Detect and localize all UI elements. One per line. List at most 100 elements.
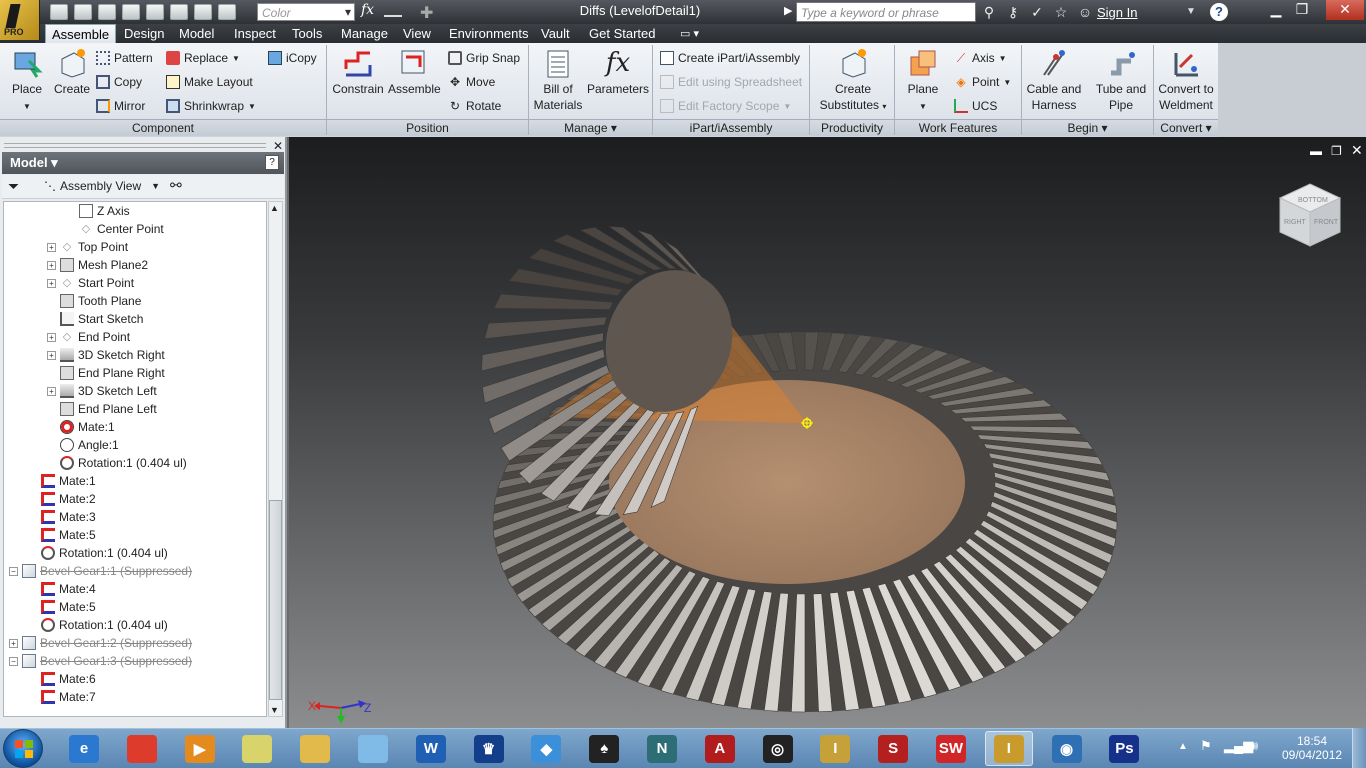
tree-node[interactable]: Mate:4: [28, 580, 96, 598]
tree-node[interactable]: +3D Sketch Right: [47, 346, 165, 364]
assembly-view-dropdown[interactable]: ⋱ Assembly View ▼: [44, 179, 160, 193]
panel-display-icon[interactable]: ▭ ▾: [680, 27, 699, 40]
convert-to-weldment-button[interactable]: Convert to Weldment: [1155, 47, 1217, 113]
edit-using-spreadsheet-button[interactable]: Edit using Spreadsheet: [660, 72, 802, 92]
tree-node[interactable]: +3D Sketch Left: [47, 382, 157, 400]
tree-node[interactable]: − Bevel Gear1:3 (Suppressed): [9, 652, 192, 670]
tree-node[interactable]: + ◇ Top Point: [47, 238, 128, 256]
create-ipart-button[interactable]: Create iPart/iAssembly: [660, 48, 800, 68]
browser-close-icon[interactable]: ✕: [273, 139, 283, 153]
help-button[interactable]: ?: [1210, 3, 1228, 21]
panel-label-begin[interactable]: Begin ▾: [1022, 119, 1153, 136]
grip-snap-button[interactable]: Grip Snap: [448, 48, 520, 68]
taskbar-app-sticky-notes[interactable]: [233, 731, 281, 766]
ucs-add-icon[interactable]: ✚: [420, 3, 433, 23]
scroll-up-icon[interactable]: ▲: [270, 203, 279, 213]
bevel-gear-assembly-render[interactable]: [289, 137, 1366, 728]
tree-node[interactable]: Mate:7: [28, 688, 96, 706]
create-component-button[interactable]: Create: [52, 47, 92, 97]
tree-node[interactable]: + Bevel Gear1:2 (Suppressed): [9, 634, 192, 652]
redo-icon[interactable]: [146, 4, 164, 20]
point-button[interactable]: ◈ Point ▼: [954, 72, 1011, 92]
taskbar-app-internet-explorer[interactable]: e: [60, 731, 108, 766]
measure-icon[interactable]: [384, 5, 402, 17]
tree-node[interactable]: + ◇ Start Point: [47, 274, 134, 292]
viewcube[interactable]: BOTTOM RIGHT FRONT: [1278, 182, 1342, 248]
sign-in-link[interactable]: Sign In: [1097, 5, 1137, 20]
bill-of-materials-button[interactable]: Bill of Materials: [532, 47, 584, 113]
tree-node[interactable]: Rotation:1 (0.404 ul): [28, 544, 168, 562]
taskbar-app-3ds-max[interactable]: N: [638, 731, 686, 766]
restore-button[interactable]: ❐: [1288, 0, 1316, 20]
shrinkwrap-button[interactable]: Shrinkwrap ▼: [166, 96, 256, 116]
tree-node[interactable]: End Plane Left: [47, 400, 157, 418]
start-button[interactable]: [3, 729, 43, 768]
tree-node[interactable]: + ◇ End Point: [47, 328, 130, 346]
mirror-button[interactable]: Mirror: [96, 96, 145, 116]
graphics-viewport[interactable]: [289, 137, 1366, 728]
new-icon[interactable]: [50, 4, 68, 20]
plane-button[interactable]: Plane ▼: [902, 47, 944, 115]
taskbar-app-file-explorer[interactable]: [291, 731, 339, 766]
tree-node[interactable]: − Bevel Gear1:1 (Suppressed): [9, 562, 192, 580]
make-layout-button[interactable]: Make Layout: [166, 72, 253, 92]
taskbar-app-keyshot[interactable]: ◉: [1043, 731, 1091, 766]
select-icon[interactable]: [218, 4, 236, 20]
show-desktop-button[interactable]: [1352, 728, 1366, 768]
viewport-close-icon[interactable]: ✕: [1351, 142, 1363, 159]
viewport-minimize-icon[interactable]: ▬: [1310, 144, 1322, 158]
tree-node[interactable]: Tooth Plane: [47, 292, 141, 310]
tree-node[interactable]: Mate:2: [28, 490, 96, 508]
tab-get-started[interactable]: Get Started: [583, 24, 661, 43]
parameters-fx-icon[interactable]: fx: [361, 2, 374, 18]
taskbar-app-chrome[interactable]: [118, 731, 166, 766]
taskbar-app-maya[interactable]: ◎: [754, 731, 802, 766]
tree-node[interactable]: Mate:5: [28, 526, 96, 544]
tree-node[interactable]: + Mesh Plane2: [47, 256, 148, 274]
panel-label-manage[interactable]: Manage ▾: [529, 119, 652, 136]
favorites-star-icon[interactable]: ☆: [1052, 3, 1070, 21]
action-center-icon[interactable]: ⚑: [1200, 738, 1212, 754]
taskbar-app-solidworks-360[interactable]: S: [869, 731, 917, 766]
taskbar-app-solidworks[interactable]: SW: [927, 731, 975, 766]
tree-expander-icon[interactable]: +: [47, 332, 56, 342]
tab-environments[interactable]: Environments: [443, 24, 534, 43]
taskbar-app-inventor[interactable]: I: [984, 731, 1033, 766]
close-button[interactable]: ✕: [1326, 0, 1364, 20]
tab-view[interactable]: View: [397, 24, 437, 43]
filter-icon[interactable]: ⏷: [8, 178, 19, 195]
system-clock[interactable]: 18:54 09/04/2012: [1282, 734, 1342, 762]
copy-button[interactable]: Copy: [96, 72, 142, 92]
edit-factory-scope-button[interactable]: Edit Factory Scope ▼: [660, 96, 791, 116]
tree-node[interactable]: End Plane Right: [47, 364, 165, 382]
taskbar-app-photoshop[interactable]: Ps: [1100, 731, 1148, 766]
tree-node[interactable]: Mate:6: [28, 670, 96, 688]
update-icon[interactable]: [194, 4, 212, 20]
key-icon[interactable]: ⚷: [1004, 3, 1022, 21]
color-override-select[interactable]: Color: [257, 3, 355, 21]
taskbar-app-autocad[interactable]: A: [696, 731, 744, 766]
tree-node[interactable]: Mate:5: [28, 598, 96, 616]
taskbar-app-game-chess[interactable]: ♛: [465, 731, 513, 766]
taskbar-app-inventor-pro[interactable]: I: [811, 731, 859, 766]
taskbar-app-word[interactable]: W: [407, 731, 455, 766]
move-button[interactable]: ✥ Move: [448, 72, 495, 92]
sign-in-dropdown-icon[interactable]: ▼: [1186, 6, 1196, 17]
tree-expander-icon[interactable]: +: [47, 278, 56, 288]
tree-node[interactable]: Mate:1: [47, 418, 115, 436]
rotate-button[interactable]: ↻ Rotate: [448, 96, 501, 116]
search-expand-icon[interactable]: ▶: [784, 4, 792, 17]
tab-tools[interactable]: Tools: [286, 24, 328, 43]
tree-node[interactable]: Z Axis: [66, 202, 130, 220]
tree-node[interactable]: Mate:3: [28, 508, 96, 526]
tree-expander-icon[interactable]: −: [9, 656, 18, 666]
tab-assemble[interactable]: Assemble: [45, 24, 117, 43]
panel-grip[interactable]: [4, 143, 266, 148]
tree-node[interactable]: ◇ Center Point: [66, 220, 164, 238]
tree-node[interactable]: Start Sketch: [47, 310, 143, 328]
taskbar-app-media-player[interactable]: ▶: [176, 731, 224, 766]
tree-expander-icon[interactable]: +: [9, 638, 18, 648]
tree-expander-icon[interactable]: −: [9, 566, 18, 576]
tab-model[interactable]: Model: [173, 24, 220, 43]
assemble-button[interactable]: Assemble: [388, 47, 441, 97]
